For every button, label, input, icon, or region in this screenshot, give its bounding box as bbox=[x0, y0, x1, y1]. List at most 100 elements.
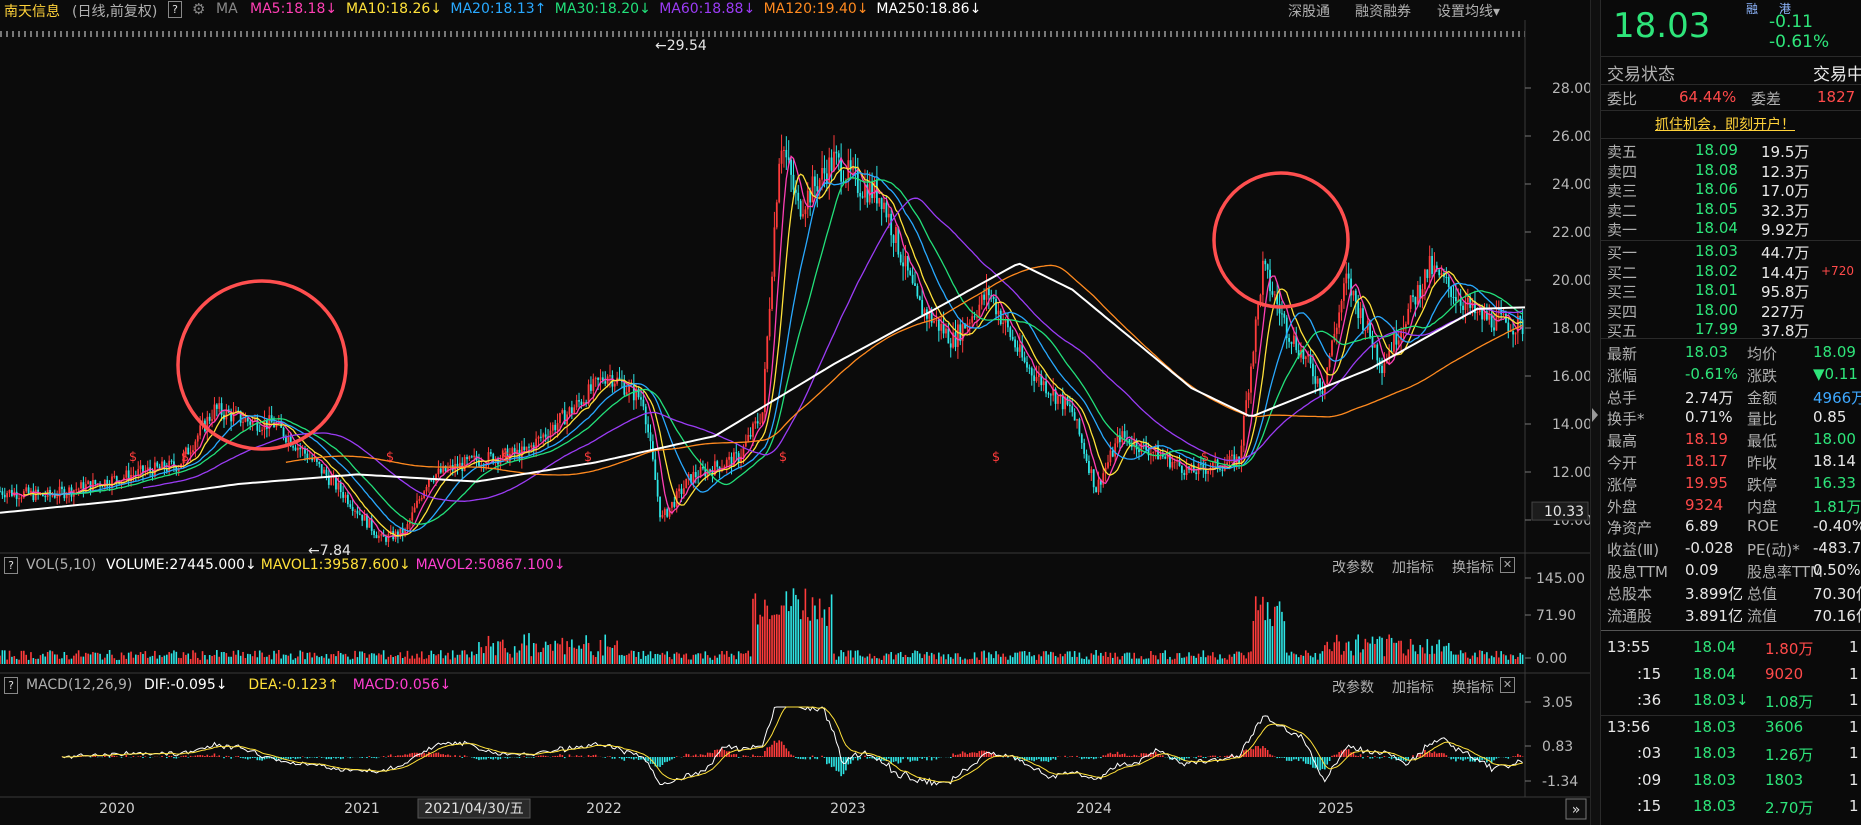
macd-bar bbox=[1293, 757, 1295, 760]
macd-bar bbox=[170, 756, 173, 757]
order-book-row[interactable]: 买四 18.00 227万 bbox=[1601, 300, 1861, 321]
book-price: 18.00 bbox=[1695, 300, 1738, 319]
order-book-row[interactable]: 买三 18.01 95.8万 bbox=[1601, 281, 1861, 301]
volume-button-2[interactable]: 换指标 bbox=[1452, 557, 1494, 577]
macd-bar bbox=[1374, 756, 1376, 757]
candle-body bbox=[1335, 327, 1338, 334]
book-price: 18.05 bbox=[1695, 199, 1738, 218]
volume-bar bbox=[459, 654, 461, 664]
open-account-link[interactable]: 抓住机会，即刻开户！ bbox=[1655, 114, 1795, 134]
order-book-row[interactable]: 卖三 18.06 17.0万 bbox=[1601, 180, 1861, 200]
candle-body bbox=[1076, 419, 1078, 421]
macd-bar bbox=[1262, 746, 1264, 757]
macd-bar bbox=[799, 757, 802, 760]
macd-bar bbox=[909, 757, 912, 762]
event-marker-icon[interactable]: $ bbox=[584, 450, 592, 465]
macd-button-2[interactable]: 换指标 bbox=[1452, 677, 1494, 697]
macd-bar bbox=[339, 757, 342, 760]
macd-bar bbox=[1295, 757, 1298, 760]
event-marker-icon[interactable]: $ bbox=[386, 450, 394, 465]
tick-row[interactable]: :09 18.03 1803 1 bbox=[1601, 769, 1861, 791]
macd-bar bbox=[704, 755, 707, 757]
help-icon[interactable]: ? bbox=[4, 677, 18, 694]
macd-bar bbox=[115, 756, 118, 757]
volume-bar bbox=[1355, 639, 1357, 664]
tick-row[interactable]: :03 18.03 1.26万 1 bbox=[1601, 742, 1861, 764]
close-icon[interactable]: ✕ bbox=[1500, 677, 1515, 693]
volume-bar bbox=[201, 651, 204, 664]
volume-bar bbox=[235, 654, 237, 664]
volume-bar bbox=[797, 599, 800, 664]
volume-button-0[interactable]: 改参数 bbox=[1332, 557, 1374, 577]
tick-row[interactable]: :15 18.03 2.70万 1 bbox=[1601, 795, 1861, 817]
volume-bar bbox=[344, 653, 347, 664]
stats-row: 最高 18.19 最低 18.00 bbox=[1601, 428, 1861, 450]
volume-bar bbox=[442, 658, 445, 664]
candle-body bbox=[799, 200, 802, 217]
event-marker-icon[interactable]: $ bbox=[502, 450, 510, 465]
chart-area[interactable]: 南天信息 (日线,前复权) ? ⚙ MA MA5:18.18↓ MA10:18.2… bbox=[0, 0, 1590, 825]
volume-bar bbox=[887, 654, 890, 664]
close-icon[interactable]: ✕ bbox=[1500, 557, 1515, 573]
volume-button-1[interactable]: 加指标 bbox=[1392, 557, 1434, 577]
volume-bar bbox=[1100, 652, 1102, 664]
macd-bar bbox=[1085, 757, 1088, 759]
volume-bar bbox=[718, 654, 721, 664]
x-tick-label: 2021 bbox=[344, 801, 380, 817]
order-book-row[interactable]: 卖二 18.05 32.3万 bbox=[1601, 199, 1861, 220]
event-marker-icon[interactable]: $ bbox=[992, 450, 1000, 465]
macd-button-0[interactable]: 改参数 bbox=[1332, 677, 1374, 697]
candle-body bbox=[387, 534, 390, 542]
event-marker-icon[interactable]: $ bbox=[779, 450, 787, 465]
order-book-row[interactable]: 买一 18.03 44.7万 bbox=[1601, 242, 1861, 262]
candle-body bbox=[887, 213, 890, 218]
macd-bar bbox=[604, 757, 607, 758]
volume-bar bbox=[1300, 654, 1302, 664]
event-marker-icon[interactable]: $ bbox=[1201, 450, 1209, 465]
macd-bar bbox=[1107, 753, 1109, 757]
macd-bar bbox=[399, 755, 402, 757]
volume-bar bbox=[1157, 659, 1159, 664]
order-book-row[interactable]: 买二 18.02 14.4万 +720 bbox=[1601, 262, 1861, 282]
macd-bar bbox=[1162, 755, 1164, 757]
volume-bar bbox=[1262, 596, 1264, 664]
candle-body bbox=[544, 434, 547, 437]
tick-row[interactable]: :15 18.04 9020 1 bbox=[1601, 663, 1861, 685]
candle-body bbox=[823, 167, 826, 174]
tick-time: :09 bbox=[1637, 770, 1662, 789]
volume-bar bbox=[1378, 636, 1381, 664]
order-book-row[interactable]: 卖五 18.09 19.5万 bbox=[1601, 141, 1861, 161]
volume-bar bbox=[780, 605, 783, 664]
tick-row[interactable]: 13:56 18.03 3606 1 bbox=[1601, 716, 1861, 738]
candle-body bbox=[1085, 453, 1088, 461]
tick-time: :36 bbox=[1637, 691, 1662, 709]
macd-bar bbox=[435, 752, 437, 757]
candle-body bbox=[642, 399, 645, 407]
candle-body bbox=[1123, 431, 1126, 438]
tick-row[interactable]: :36 18.03↓ 1.08万 1 bbox=[1601, 689, 1861, 711]
stat-label: 最高 bbox=[1607, 432, 1638, 451]
event-marker-icon[interactable]: $ bbox=[181, 450, 189, 465]
order-book-row[interactable]: 买五 17.99 37.8万 bbox=[1601, 320, 1861, 340]
macd-bar bbox=[580, 755, 583, 757]
macd-bar bbox=[635, 757, 638, 759]
volume-bar bbox=[785, 591, 788, 664]
help-icon[interactable]: ? bbox=[4, 557, 18, 574]
legend-item: MAVOL2:50867.100↓ bbox=[415, 557, 566, 573]
macd-button-1[interactable]: 加指标 bbox=[1392, 677, 1434, 697]
volume-bar bbox=[873, 655, 876, 664]
stats-row: 外盘 9324 内盘 1.81万 bbox=[1601, 494, 1861, 516]
volume-bar bbox=[1326, 641, 1329, 664]
macd-bar bbox=[559, 754, 561, 757]
collapse-arrow-icon[interactable] bbox=[1592, 408, 1598, 422]
macd-bar bbox=[1257, 746, 1259, 757]
order-book-row[interactable]: 卖一 18.04 9.92万 bbox=[1601, 219, 1861, 239]
highlight-circle bbox=[176, 279, 348, 451]
macd-bar bbox=[759, 756, 761, 757]
tick-row[interactable]: 13:55 18.04 1.80万 1 bbox=[1601, 636, 1861, 658]
kline-chart[interactable]: 10.0012.0014.0016.0018.0020.0022.0024.00… bbox=[0, 0, 1590, 825]
order-book-row[interactable]: 卖四 18.08 12.3万 bbox=[1601, 161, 1861, 181]
volume-bar bbox=[549, 644, 552, 664]
event-marker-icon[interactable]: $ bbox=[129, 450, 137, 465]
candle-body bbox=[623, 381, 626, 395]
